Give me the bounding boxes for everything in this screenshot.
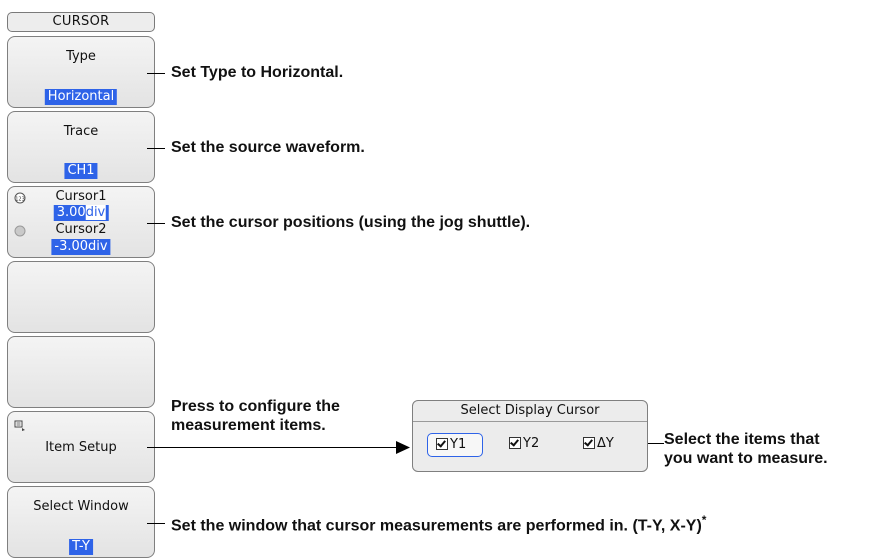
- cursor2-value: -3.00div: [51, 239, 111, 255]
- trace-annotation: Set the source waveform.: [171, 139, 365, 156]
- checkbox-checked-icon: [509, 436, 521, 449]
- type-value: Horizontal: [44, 89, 118, 105]
- item-setup-arrow-line: [147, 447, 399, 448]
- item-setup-icon: [14, 420, 25, 431]
- blank-softkey-2[interactable]: [7, 336, 155, 408]
- select-window-value: T-Y: [69, 539, 93, 555]
- cursor1-value-number: 3.00: [56, 205, 86, 220]
- cursor-callout-line: [147, 223, 165, 224]
- checkbox-checked-icon: [436, 437, 448, 450]
- window-annotation-text: Set the window that cursor measurements …: [171, 517, 702, 535]
- y1-checkbox-item[interactable]: Y1: [427, 433, 483, 457]
- item-setup-label: Item Setup: [45, 440, 117, 455]
- checkbox-checked-icon: [583, 436, 595, 449]
- cursor1-value: 3.00div: [53, 205, 109, 221]
- cursor-annotation: Set the cursor positions (using the jog …: [171, 214, 531, 231]
- cursor2-label: Cursor2: [55, 222, 107, 237]
- arrow-head-icon: [396, 441, 410, 454]
- trace-value: CH1: [64, 163, 98, 179]
- select-items-annotation-line1: Select the items that: [664, 431, 820, 448]
- item-setup-annotation-line2: measurement items.: [171, 417, 326, 434]
- dialog-callout-line: [648, 443, 664, 444]
- y2-checkbox-item[interactable]: Y2: [509, 433, 539, 457]
- footnote-mark: *: [701, 513, 707, 527]
- cursor1-value-unit: div: [85, 205, 106, 220]
- dialog-title: Select Display Cursor: [413, 401, 647, 422]
- menu-title: CURSOR: [7, 12, 155, 32]
- type-callout-line: [147, 73, 165, 74]
- blank-softkey-1[interactable]: [7, 261, 155, 333]
- select-display-cursor-dialog: Select Display Cursor Y1 Y2 ΔY: [412, 400, 648, 472]
- select-items-annotation-line2: you want to measure.: [664, 450, 828, 467]
- type-annotation: Set Type to Horizontal.: [171, 64, 344, 81]
- window-annotation: Set the window that cursor measurements …: [171, 513, 706, 535]
- window-callout-line: [147, 523, 165, 524]
- y1-label: Y1: [450, 437, 467, 452]
- trace-callout-line: [147, 148, 165, 149]
- item-setup-softkey[interactable]: Item Setup: [7, 411, 155, 483]
- cursor1-label: Cursor1: [55, 189, 107, 204]
- delta-y-label: ΔY: [597, 436, 614, 451]
- delta-y-checkbox-item[interactable]: ΔY: [583, 433, 614, 457]
- type-label: Type: [66, 49, 96, 64]
- select-window-softkey[interactable]: Select Window T-Y: [7, 486, 155, 558]
- trace-label: Trace: [63, 124, 99, 139]
- select-window-label: Select Window: [33, 499, 129, 514]
- y2-label: Y2: [523, 436, 540, 451]
- trace-softkey[interactable]: Trace CH1: [7, 111, 155, 183]
- cursor-softkey[interactable]: 123 Cursor1 3.00div Cursor2 -3.00div: [7, 186, 155, 258]
- item-setup-annotation-line1: Press to configure the: [171, 398, 340, 415]
- type-softkey[interactable]: Type Horizontal: [7, 36, 155, 108]
